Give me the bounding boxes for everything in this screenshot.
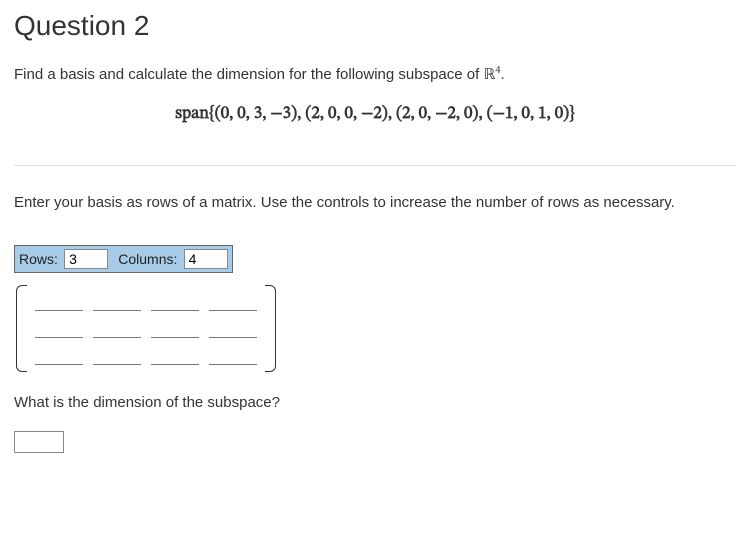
matrix-size-controls: Rows: Columns:	[14, 245, 233, 273]
matrix-cell[interactable]	[35, 319, 83, 338]
matrix-cell[interactable]	[151, 319, 199, 338]
matrix-cell[interactable]	[209, 346, 257, 365]
paren-left	[14, 283, 26, 374]
prompt-prefix: Find a basis and calculate the dimension…	[14, 66, 483, 83]
matrix-cell[interactable]	[151, 346, 199, 365]
span-set: {(0, 0, 3, −3), (2, 0, 0, −2), (2, 0, −2…	[209, 106, 575, 123]
dimension-input[interactable]	[14, 431, 64, 453]
space-symbol: ℝ4	[483, 68, 500, 83]
dimension-question: What is the dimension of the subspace?	[14, 392, 736, 413]
matrix-cell[interactable]	[151, 292, 199, 311]
matrix-input	[14, 283, 736, 374]
divider	[14, 165, 736, 166]
matrix-cell[interactable]	[93, 319, 141, 338]
span-expression: span{(0, 0, 3, −3), (2, 0, 0, −2), (2, 0…	[14, 104, 736, 125]
rows-label: Rows:	[19, 251, 58, 267]
cols-input[interactable]	[184, 249, 228, 269]
instruction-text: Enter your basis as rows of a matrix. Us…	[14, 192, 736, 213]
table-row	[34, 291, 258, 312]
prompt-text: Find a basis and calculate the dimension…	[14, 64, 736, 86]
table-row	[34, 318, 258, 339]
rows-input[interactable]	[64, 249, 108, 269]
question-title: Question 2	[14, 10, 736, 42]
matrix-cell[interactable]	[93, 346, 141, 365]
span-label: span	[175, 106, 209, 123]
cols-label: Columns:	[118, 251, 177, 267]
paren-right	[266, 283, 278, 374]
matrix-cell[interactable]	[209, 292, 257, 311]
matrix-cell[interactable]	[93, 292, 141, 311]
table-row	[34, 345, 258, 366]
matrix-cell[interactable]	[35, 346, 83, 365]
matrix-cell[interactable]	[209, 319, 257, 338]
matrix-cell[interactable]	[35, 292, 83, 311]
matrix-grid	[26, 285, 266, 372]
